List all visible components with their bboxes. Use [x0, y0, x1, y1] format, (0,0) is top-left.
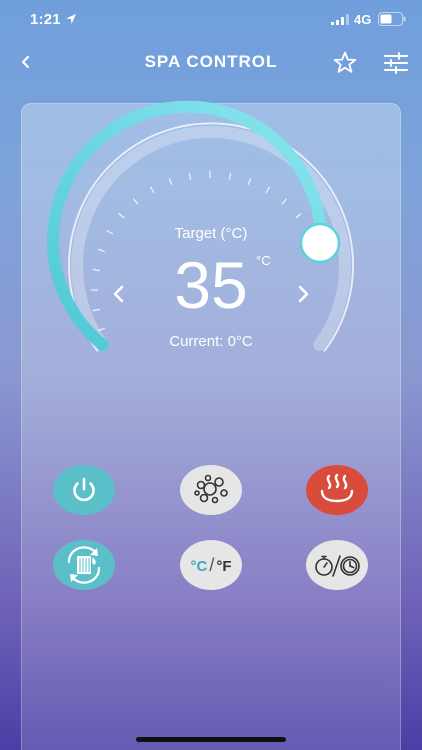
temperature-unit: °C: [256, 253, 271, 268]
timer-icon: [315, 555, 360, 577]
power-button[interactable]: [53, 465, 115, 515]
celsius-fahrenheit-icon: °C / °F: [180, 540, 242, 590]
home-indicator[interactable]: [136, 737, 286, 742]
filter-button[interactable]: [53, 540, 115, 590]
heater-button[interactable]: [306, 465, 368, 515]
bubbles-button[interactable]: [180, 465, 242, 515]
target-temperature: 35: [174, 248, 248, 322]
celsius-label: °C: [190, 558, 208, 575]
current-temperature: Current: 0°C: [169, 333, 253, 350]
unit-toggle-button[interactable]: °C / °F: [180, 540, 242, 590]
timer-button[interactable]: [306, 540, 368, 590]
fahrenheit-label: °F: [216, 558, 232, 575]
filter-cycle-icon: [67, 546, 101, 584]
heat-icon: [320, 473, 354, 503]
unit-separator: /: [209, 555, 215, 575]
increase-temp-chevron-icon[interactable]: [291, 280, 315, 308]
decrease-temp-chevron-icon[interactable]: [107, 280, 131, 308]
power-icon: [73, 477, 95, 502]
target-label: Target (°C): [174, 225, 248, 242]
bubbles-icon: [194, 474, 228, 504]
